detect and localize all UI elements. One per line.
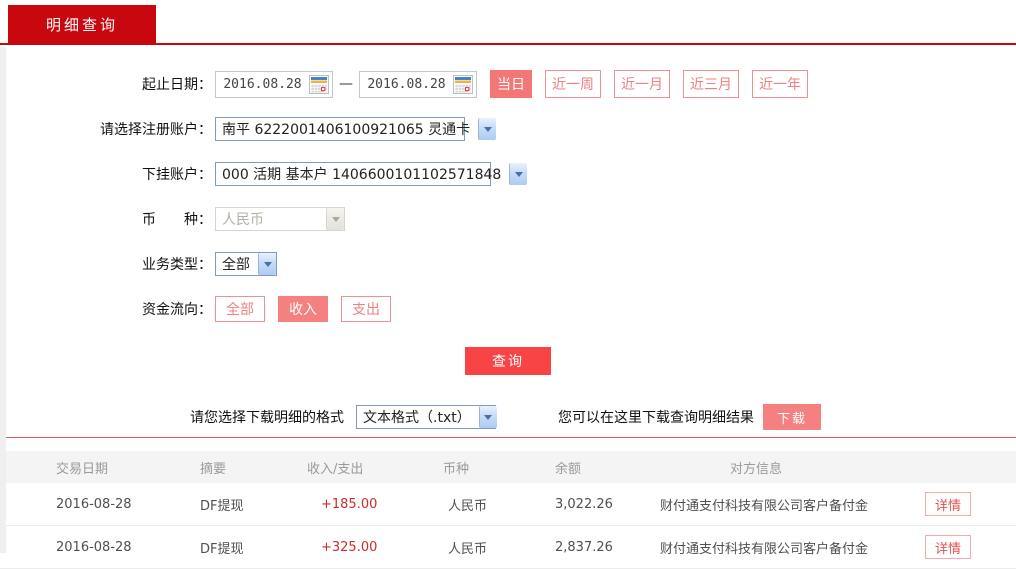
start-date-value: 2016.08.28 xyxy=(223,76,302,92)
chevron-down-icon[interactable] xyxy=(478,118,497,140)
chevron-down-icon xyxy=(326,208,344,230)
query-form: 起止日期： 2016.08.28 — 2016.08.28 当日 近一周 近一月… xyxy=(0,45,1016,438)
cell-counterparty: 财付通支付科技有限公司客户备付金 xyxy=(660,541,869,557)
business-type-row: 业务类型： 全部 xyxy=(0,251,1016,277)
cell-date: 2016-08-28 xyxy=(56,539,132,555)
calendar-icon[interactable] xyxy=(453,74,473,94)
detail-button[interactable]: 详情 xyxy=(925,492,971,516)
table-header-row: 交易日期 摘要 收入/支出 币种 余额 对方信息 xyxy=(0,451,1016,483)
register-account-label: 请选择注册账户： xyxy=(100,122,212,138)
cell-counterparty: 财付通支付科技有限公司客户备付金 xyxy=(660,498,869,514)
tab-label: 明细查询 xyxy=(45,15,118,34)
business-type-value: 全部 xyxy=(222,257,250,273)
sub-account-value: 000 活期 基本户 1406600101102571848 xyxy=(222,167,502,183)
register-account-select[interactable]: 南平 6222001406100921065 灵通卡 xyxy=(215,117,497,141)
quick-range-today-button[interactable]: 当日 xyxy=(490,70,532,98)
header-amount: 收入/支出 xyxy=(307,461,364,477)
cell-summary: DF提现 xyxy=(200,498,244,514)
calendar-icon[interactable] xyxy=(309,74,329,94)
sub-account-select[interactable]: 000 活期 基本户 1406600101102571848 xyxy=(215,162,528,186)
sub-account-row: 下挂账户： 000 活期 基本户 1406600101102571848 xyxy=(0,161,1016,187)
header-balance: 余额 xyxy=(555,461,582,477)
end-date-input[interactable]: 2016.08.28 xyxy=(359,70,477,98)
results-table: 交易日期 摘要 收入/支出 币种 余额 对方信息 2016-08-28 DF提现… xyxy=(0,451,1016,569)
download-format-value: 文本格式（.txt） xyxy=(363,410,471,426)
cell-currency: 人民币 xyxy=(448,541,488,557)
currency-select: 人民币 xyxy=(215,207,345,231)
cell-balance: 2,837.26 xyxy=(555,539,613,555)
chevron-down-icon[interactable] xyxy=(509,163,528,185)
cell-balance: 3,022.26 xyxy=(555,496,613,512)
download-format-select[interactable]: 文本格式（.txt） xyxy=(356,405,497,429)
chevron-down-icon[interactable] xyxy=(478,406,497,428)
date-range-separator: — xyxy=(339,76,353,92)
header-counterparty: 对方信息 xyxy=(730,461,783,477)
currency-label: 币 种： xyxy=(142,212,212,228)
header-summary: 摘要 xyxy=(200,461,227,477)
fund-flow-income-button[interactable]: 收入 xyxy=(278,296,328,322)
fund-flow-label: 资金流向： xyxy=(142,302,212,318)
end-date-value: 2016.08.28 xyxy=(367,76,446,92)
quick-range-month-button[interactable]: 近一月 xyxy=(614,70,670,98)
register-account-row: 请选择注册账户： 南平 6222001406100921065 灵通卡 xyxy=(0,116,1016,142)
download-button[interactable]: 下载 xyxy=(763,404,821,430)
tab-bar: 明细查询 xyxy=(0,0,1016,45)
query-button-row: 查询 xyxy=(0,347,1016,375)
query-button[interactable]: 查询 xyxy=(465,347,551,375)
cell-action: 详情 xyxy=(920,492,1016,516)
table-row: 2016-08-28 DF提现 +185.00 人民币 3,022.26 财付通… xyxy=(0,483,1016,526)
quick-range-week-button[interactable]: 近一周 xyxy=(545,70,601,98)
fund-flow-expense-button[interactable]: 支出 xyxy=(341,296,391,322)
cell-action: 详情 xyxy=(920,535,1016,559)
download-hint: 您可以在这里下载查询明细结果 xyxy=(558,410,754,426)
register-account-value: 南平 6222001406100921065 灵通卡 xyxy=(222,122,471,138)
currency-value: 人民币 xyxy=(222,212,264,228)
cell-currency: 人民币 xyxy=(448,498,488,514)
date-range-label: 起止日期： xyxy=(142,77,212,93)
cell-date: 2016-08-28 xyxy=(56,496,132,512)
date-range-row: 起止日期： 2016.08.28 — 2016.08.28 当日 近一周 近一月… xyxy=(0,70,1016,98)
table-row: 2016-08-28 DF提现 +325.00 人民币 2,837.26 财付通… xyxy=(0,526,1016,569)
chevron-down-icon[interactable] xyxy=(258,253,276,275)
page-left-gutter xyxy=(0,47,6,553)
download-format-label: 请您选择下载明细的格式 xyxy=(190,410,344,426)
quick-range-quarter-button[interactable]: 近三月 xyxy=(683,70,739,98)
cell-amount: +325.00 xyxy=(321,539,378,555)
business-type-label: 业务类型： xyxy=(142,257,212,273)
fund-flow-row: 资金流向： 全部 收入 支出 xyxy=(0,296,1016,322)
fund-flow-all-button[interactable]: 全部 xyxy=(215,296,265,322)
tab-detail-query[interactable]: 明细查询 xyxy=(8,5,156,43)
cell-amount: +185.00 xyxy=(321,496,378,512)
sub-account-label: 下挂账户： xyxy=(142,167,212,183)
download-row: 请您选择下载明细的格式 文本格式（.txt） 您可以在这里下载查询明细结果 下载 xyxy=(0,404,1016,430)
quick-range-year-button[interactable]: 近一年 xyxy=(752,70,808,98)
start-date-input[interactable]: 2016.08.28 xyxy=(215,70,333,98)
header-currency: 币种 xyxy=(443,461,470,477)
detail-button[interactable]: 详情 xyxy=(925,535,971,559)
header-date: 交易日期 xyxy=(56,461,109,477)
business-type-select[interactable]: 全部 xyxy=(215,252,277,276)
section-divider xyxy=(0,437,1016,438)
cell-summary: DF提现 xyxy=(200,541,244,557)
currency-row: 币 种： 人民币 xyxy=(0,206,1016,232)
